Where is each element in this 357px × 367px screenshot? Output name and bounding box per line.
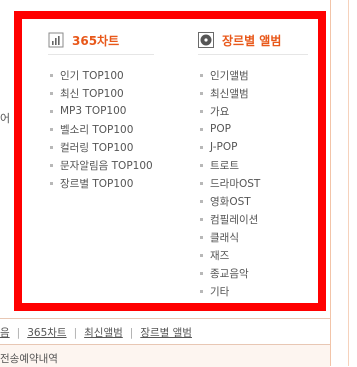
bullet-icon (200, 163, 203, 167)
album-menu-item[interactable]: 트로트 (198, 156, 308, 174)
album-menu-item-label: 트로트 (210, 159, 239, 172)
album-menu-item-label: POP (210, 123, 231, 135)
bullet-icon (200, 109, 203, 113)
album-menu-item-label: 영화OST (210, 195, 251, 208)
bullet-icon (200, 91, 203, 95)
chart-menu-item-label: MP3 TOP100 (60, 105, 127, 117)
album-menu-item-label: 종교음악 (210, 267, 249, 280)
bullet-icon (200, 127, 203, 131)
bottom-nav-link[interactable]: 365차트 (27, 327, 66, 339)
chart-menu-item[interactable]: 장르별 TOP100 (48, 174, 154, 192)
bullet-icon (50, 127, 53, 131)
bullet-icon (50, 109, 53, 113)
album-menu-item[interactable]: 클래식 (198, 228, 308, 246)
chart-menu-item-label: 벨소리 TOP100 (60, 123, 134, 136)
bottom-nav-link[interactable]: 최신앨범 (84, 327, 123, 339)
chart-menu-item-label: 최신 TOP100 (60, 87, 124, 100)
bullet-icon (200, 289, 203, 293)
album-menu-item-label: 드라마OST (210, 177, 261, 190)
chart-menu-item-label: 장르별 TOP100 (60, 177, 134, 190)
album-menu-item[interactable]: 재즈 (198, 246, 308, 264)
music-menu-dropdown: 365차트 인기 TOP100 최신 TOP100 MP3 TOP100 벨소리… (14, 11, 326, 311)
bullet-icon (200, 145, 203, 149)
album-menu-title: 장르별 앨범 (222, 33, 282, 48)
bullet-icon (50, 145, 53, 149)
bottom-nav-bar: 음 | 365차트 | 최신앨범 | 장르별 앨범 (0, 318, 330, 345)
album-menu-item-label: 인기앨범 (210, 69, 249, 82)
album-menu-item-label: 컴필레이션 (210, 213, 259, 226)
album-menu-item[interactable]: 종교음악 (198, 264, 308, 282)
album-menu-header[interactable]: 장르별 앨범 (198, 29, 308, 55)
chart-menu-item-label: 인기 TOP100 (60, 69, 124, 82)
bottom-nav-separator: | (73, 327, 78, 339)
chart-bars-icon (48, 32, 64, 48)
chart-menu-item[interactable]: 컬러링 TOP100 (48, 138, 154, 156)
album-menu-item[interactable]: 드라마OST (198, 174, 308, 192)
bullet-icon (200, 181, 203, 185)
bullet-icon (50, 181, 53, 185)
chart-menu-item-label: 문자알림음 TOP100 (60, 159, 153, 172)
bottom-row: 전송예약내역 (0, 344, 330, 367)
bullet-icon (200, 253, 203, 257)
bullet-icon (200, 271, 203, 275)
bullet-icon (200, 199, 203, 203)
chart-menu-list: 인기 TOP100 최신 TOP100 MP3 TOP100 벨소리 TOP10… (48, 66, 154, 192)
bottom-nav-separator: | (129, 327, 134, 339)
bullet-icon (200, 235, 203, 239)
chart-menu-item[interactable]: 벨소리 TOP100 (48, 120, 154, 138)
bottom-nav-links: 음 | 365차트 | 최신앨범 | 장르별 앨범 (0, 325, 192, 340)
background-frame-line (348, 0, 349, 366)
bullet-icon (200, 217, 203, 221)
bullet-icon (50, 91, 53, 95)
bottom-nav-link[interactable]: 음 (0, 327, 10, 339)
chart-menu-item-label: 컬러링 TOP100 (60, 141, 134, 154)
bottom-nav-separator: | (16, 327, 21, 339)
album-menu-item[interactable]: 컴필레이션 (198, 210, 308, 228)
background-text-fragment: 어 (0, 112, 11, 125)
background-frame (330, 0, 357, 366)
chart-menu-column: 365차트 인기 TOP100 최신 TOP100 MP3 TOP100 벨소리… (48, 29, 154, 192)
album-menu-item[interactable]: J-POP (198, 138, 308, 156)
album-menu-item-label: 기타 (210, 285, 230, 298)
chart-menu-item[interactable]: 인기 TOP100 (48, 66, 154, 84)
chart-menu-header[interactable]: 365차트 (48, 29, 154, 55)
album-menu-item[interactable]: 기타 (198, 282, 308, 300)
album-menu-item[interactable]: 가요 (198, 102, 308, 120)
bullet-icon (50, 73, 53, 77)
album-menu-item-label: 최신앨범 (210, 87, 249, 100)
album-menu-item[interactable]: 최신앨범 (198, 84, 308, 102)
album-menu-item[interactable]: POP (198, 120, 308, 138)
album-menu-item[interactable]: 영화OST (198, 192, 308, 210)
album-menu-item-label: 재즈 (210, 249, 230, 262)
album-menu-list: 인기앨범 최신앨범 가요 POP J-POP 트로트 드라마OST 영화OST … (198, 66, 308, 300)
disc-icon (198, 32, 214, 48)
bottom-row-text[interactable]: 전송예약내역 (0, 351, 58, 366)
chart-menu-item[interactable]: MP3 TOP100 (48, 102, 154, 120)
album-menu-item-label: 가요 (210, 105, 230, 118)
bullet-icon (50, 163, 53, 167)
chart-menu-title: 365차트 (72, 33, 120, 48)
chart-menu-item[interactable]: 최신 TOP100 (48, 84, 154, 102)
album-menu-item[interactable]: 인기앨범 (198, 66, 308, 84)
chart-menu-item[interactable]: 문자알림음 TOP100 (48, 156, 154, 174)
bottom-nav-link[interactable]: 장르별 앨범 (140, 327, 192, 339)
album-menu-column: 장르별 앨범 인기앨범 최신앨범 가요 POP J-POP 트로트 드라마OST… (198, 29, 308, 300)
bullet-icon (200, 73, 203, 77)
album-menu-item-label: 클래식 (210, 231, 239, 244)
album-menu-item-label: J-POP (210, 141, 238, 153)
